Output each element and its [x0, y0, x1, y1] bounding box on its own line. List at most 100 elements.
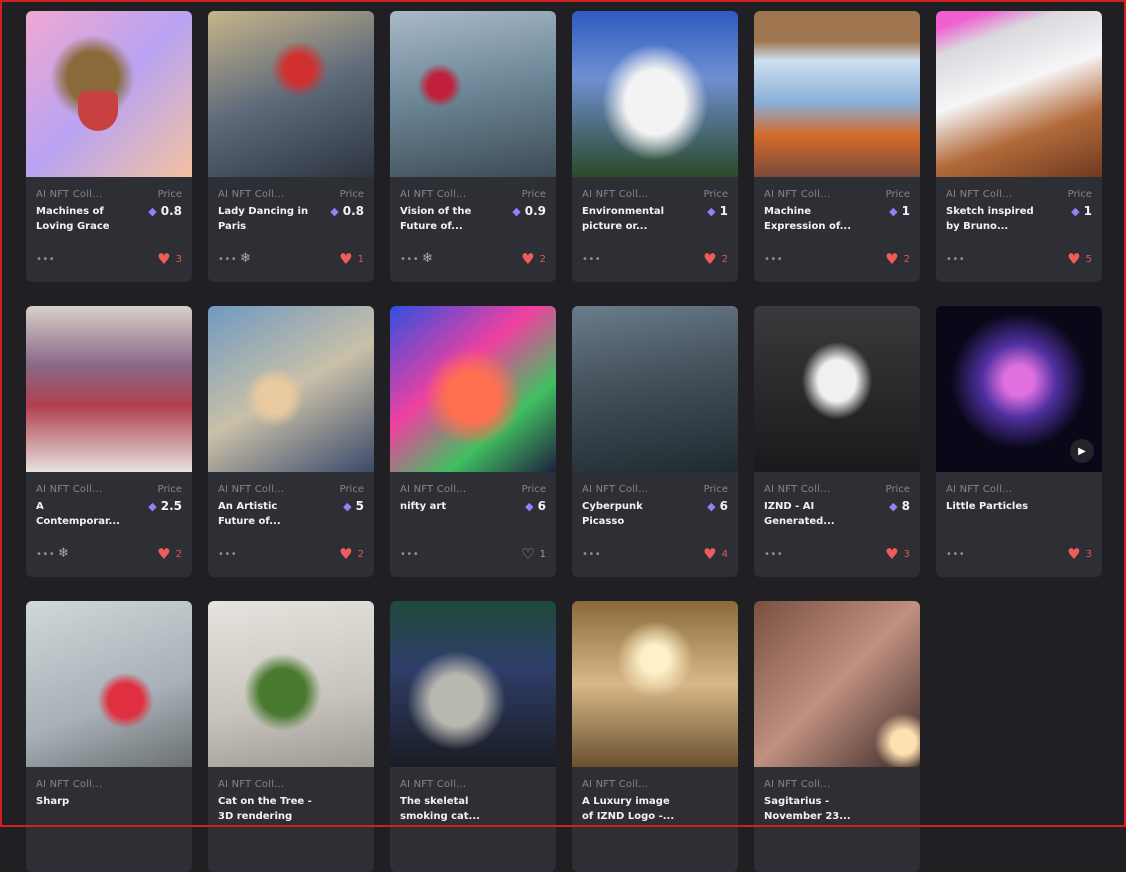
like-button[interactable]: ♥ 1: [339, 252, 364, 267]
card-info: AI NFT Coll... Price Machine Expression …: [754, 177, 920, 233]
price-value: ◆ 0.8: [330, 204, 364, 218]
nft-card[interactable]: ▶ AI NFT Coll... Little Particles ••• ♥ 3: [936, 306, 1102, 577]
nft-title[interactable]: IZND - AI Generated...: [764, 499, 858, 529]
nft-title[interactable]: A Luxury image of IZND Logo -...: [582, 794, 676, 824]
collection-name[interactable]: AI NFT Coll...: [400, 484, 466, 495]
collection-name[interactable]: AI NFT Coll...: [764, 484, 830, 495]
nft-title[interactable]: Sharp: [36, 794, 130, 809]
collection-name[interactable]: AI NFT Coll...: [582, 484, 648, 495]
collection-name[interactable]: AI NFT Coll...: [36, 779, 102, 790]
nft-card[interactable]: AI NFT Coll... Price Environmental pictu…: [572, 11, 738, 282]
price-amount: 6: [719, 499, 728, 513]
more-dots-icon[interactable]: •••: [582, 254, 601, 265]
collection-name[interactable]: AI NFT Coll...: [946, 484, 1012, 495]
collection-name[interactable]: AI NFT Coll...: [400, 779, 466, 790]
like-button[interactable]: ♥ 3: [885, 547, 910, 562]
nft-title[interactable]: Lady Dancing in Paris: [218, 204, 312, 234]
nft-card[interactable]: AI NFT Coll... The skeletal smoking cat.…: [390, 601, 556, 872]
more-dots-icon[interactable]: •••: [218, 549, 237, 560]
more-dots-icon[interactable]: •••: [36, 254, 55, 265]
collection-name[interactable]: AI NFT Coll...: [582, 779, 648, 790]
like-count: 3: [1085, 549, 1092, 560]
nft-artwork-image[interactable]: [208, 306, 374, 472]
nft-title[interactable]: A Contemporar...: [36, 499, 130, 529]
nft-card[interactable]: AI NFT Coll... Price Vision of the Futur…: [390, 11, 556, 282]
nft-title[interactable]: The skeletal smoking cat...: [400, 794, 494, 824]
nft-artwork-image[interactable]: [754, 306, 920, 472]
nft-title[interactable]: Sagitarius - November 23...: [764, 794, 858, 824]
nft-title[interactable]: Machines of Loving Grace: [36, 204, 130, 234]
nft-card[interactable]: AI NFT Coll... Price Sketch inspired by …: [936, 11, 1102, 282]
nft-card[interactable]: AI NFT Coll... Price Lady Dancing in Par…: [208, 11, 374, 282]
collection-name[interactable]: AI NFT Coll...: [946, 189, 1012, 200]
like-button[interactable]: ♥ 2: [339, 547, 364, 562]
card-info: AI NFT Coll... Price A Contemporar... ◆ 2…: [26, 472, 192, 528]
nft-artwork-image[interactable]: [390, 306, 556, 472]
nft-card[interactable]: AI NFT Coll... Sharp: [26, 601, 192, 872]
more-dots-icon[interactable]: •••: [36, 549, 55, 560]
collection-name[interactable]: AI NFT Coll...: [36, 189, 102, 200]
nft-card[interactable]: AI NFT Coll... Cat on the Tree - 3D rend…: [208, 601, 374, 872]
nft-card[interactable]: AI NFT Coll... Price An Artistic Future …: [208, 306, 374, 577]
like-button[interactable]: ♥ 3: [157, 252, 182, 267]
nft-artwork-image[interactable]: [26, 11, 192, 177]
nft-title[interactable]: An Artistic Future of...: [218, 499, 312, 529]
nft-card[interactable]: AI NFT Coll... Price nifty art ◆ 6 ••• ♡ 1: [390, 306, 556, 577]
nft-artwork-image[interactable]: [390, 601, 556, 767]
more-dots-icon[interactable]: •••: [946, 254, 965, 265]
nft-title[interactable]: Machine Expression of...: [764, 204, 858, 234]
more-dots-icon[interactable]: •••: [582, 549, 601, 560]
nft-artwork-image[interactable]: ▶: [936, 306, 1102, 472]
collection-name[interactable]: AI NFT Coll...: [764, 779, 830, 790]
collection-name[interactable]: AI NFT Coll...: [218, 189, 284, 200]
like-button[interactable]: ♥ 2: [157, 547, 182, 562]
like-button[interactable]: ♡ 1: [521, 547, 546, 562]
collection-name[interactable]: AI NFT Coll...: [218, 484, 284, 495]
more-dots-icon[interactable]: •••: [764, 254, 783, 265]
nft-title[interactable]: Little Particles: [946, 499, 1040, 514]
nft-title[interactable]: Cyberpunk Picasso: [582, 499, 676, 529]
nft-title[interactable]: Environmental picture or...: [582, 204, 676, 234]
nft-title[interactable]: Vision of the Future of...: [400, 204, 494, 234]
more-dots-icon[interactable]: •••: [946, 549, 965, 560]
nft-artwork-image[interactable]: [208, 11, 374, 177]
nft-artwork-image[interactable]: [390, 11, 556, 177]
nft-card[interactable]: AI NFT Coll... Price Machines of Loving …: [26, 11, 192, 282]
like-button[interactable]: ♥ 3: [1067, 547, 1092, 562]
nft-artwork-image[interactable]: [754, 11, 920, 177]
nft-artwork-image[interactable]: [936, 11, 1102, 177]
collection-name[interactable]: AI NFT Coll...: [218, 779, 284, 790]
collection-name[interactable]: AI NFT Coll...: [400, 189, 466, 200]
more-dots-icon[interactable]: •••: [400, 254, 419, 265]
more-dots-icon[interactable]: •••: [218, 254, 237, 265]
nft-title[interactable]: Cat on the Tree - 3D rendering: [218, 794, 312, 824]
nft-artwork-image[interactable]: [572, 306, 738, 472]
nft-artwork-image[interactable]: [26, 601, 192, 767]
like-button[interactable]: ♥ 2: [885, 252, 910, 267]
nft-card[interactable]: AI NFT Coll... Sagitarius - November 23.…: [754, 601, 920, 872]
nft-card[interactable]: AI NFT Coll... Price A Contemporar... ◆ 2…: [26, 306, 192, 577]
more-dots-icon[interactable]: •••: [400, 549, 419, 560]
like-button[interactable]: ♥ 4: [703, 547, 728, 562]
nft-title[interactable]: nifty art: [400, 499, 494, 514]
play-button[interactable]: ▶: [1070, 439, 1094, 463]
nft-card[interactable]: AI NFT Coll... Price Machine Expression …: [754, 11, 920, 282]
nft-artwork-image[interactable]: [208, 601, 374, 767]
nft-artwork-image[interactable]: [754, 601, 920, 767]
like-button[interactable]: ♥ 2: [521, 252, 546, 267]
nft-artwork-image[interactable]: [572, 11, 738, 177]
more-dots-icon[interactable]: •••: [764, 549, 783, 560]
like-button[interactable]: ♥ 2: [703, 252, 728, 267]
nft-card[interactable]: AI NFT Coll... Price Cyberpunk Picasso ◆…: [572, 306, 738, 577]
collection-name[interactable]: AI NFT Coll...: [36, 484, 102, 495]
nft-title[interactable]: Sketch inspired by Bruno...: [946, 204, 1040, 234]
like-count: 4: [721, 549, 728, 560]
collection-name[interactable]: AI NFT Coll...: [582, 189, 648, 200]
nft-artwork-image[interactable]: [572, 601, 738, 767]
card-footer: ••• ♥ 3: [936, 537, 1102, 577]
like-button[interactable]: ♥ 5: [1067, 252, 1092, 267]
nft-card[interactable]: AI NFT Coll... A Luxury image of IZND Lo…: [572, 601, 738, 872]
nft-artwork-image[interactable]: [26, 306, 192, 472]
nft-card[interactable]: AI NFT Coll... Price IZND - AI Generated…: [754, 306, 920, 577]
collection-name[interactable]: AI NFT Coll...: [764, 189, 830, 200]
